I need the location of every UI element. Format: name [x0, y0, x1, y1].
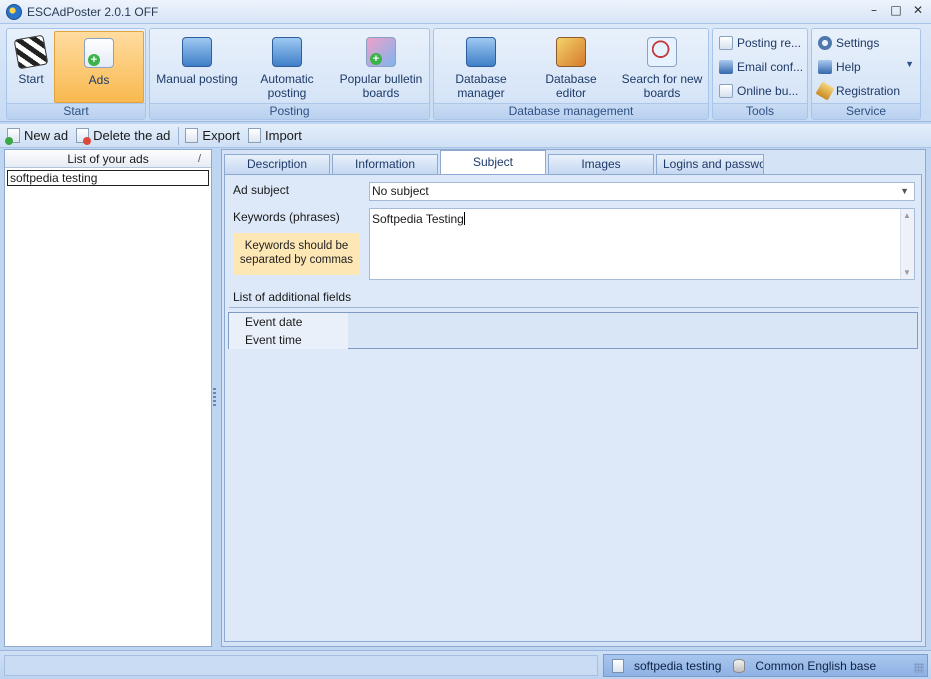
bulletin-boards-icon [366, 37, 396, 67]
tab-images[interactable]: Images [548, 154, 654, 174]
email-config-button[interactable]: Email conf... [719, 57, 803, 77]
delete-ad-button[interactable]: Delete the ad [76, 128, 170, 145]
checkered-flag-icon [13, 34, 49, 70]
status-database: Common English base [755, 658, 877, 673]
tab-subject[interactable]: Subject [440, 150, 546, 174]
group-label-service: Service [812, 103, 920, 119]
text-caret [463, 212, 465, 225]
ads-list-header[interactable]: List of your ads / [5, 150, 211, 168]
ribbon-group-database: Database manager Database editor Search … [433, 28, 709, 120]
ribbon: Start Ads Start Manual posting Automatic… [0, 24, 931, 122]
help-button[interactable]: Help [818, 57, 861, 77]
group-label-database: Database management [434, 103, 708, 119]
title-bar: ESCAdPoster 2.0.1 OFF – □ ✕ [0, 0, 931, 24]
keywords-hint: Keywords should be separated by commas [233, 233, 360, 275]
new-ad-button[interactable]: New ad [5, 128, 68, 145]
database-icon [733, 658, 746, 673]
status-info: softpedia testing Common English base [603, 654, 928, 677]
search-boards-button[interactable]: Search for new boards [618, 31, 706, 103]
online-icon [719, 84, 733, 98]
database-editor-icon [556, 37, 586, 67]
subject-tab-content: Ad subject No subject ▼ Keywords (phrase… [224, 174, 922, 642]
keywords-textarea[interactable]: Softpedia Testing ▲ ▼ [369, 208, 915, 280]
group-label-posting: Posting [150, 103, 429, 119]
registration-button[interactable]: Registration [815, 81, 900, 101]
table-row[interactable]: Event time [229, 331, 917, 349]
field-name: Event date [229, 313, 348, 331]
window-title: ESCAdPoster 2.0.1 OFF [27, 4, 159, 19]
maximize-button[interactable]: □ [889, 3, 903, 17]
editor-tabs: Description Information Subject Images L… [224, 150, 766, 174]
ad-subject-select[interactable]: No subject ▼ [369, 182, 915, 201]
database-editor-button[interactable]: Database editor [530, 31, 612, 103]
posting-report-button[interactable]: Posting re... [719, 33, 801, 53]
panel-splitter[interactable] [213, 388, 216, 408]
ribbon-group-tools: Posting re... Email conf... Online bu...… [712, 28, 808, 120]
popular-boards-button[interactable]: Popular bulletin boards [336, 31, 426, 103]
close-button[interactable]: ✕ [911, 3, 925, 17]
document-icon [612, 658, 624, 673]
import-icon [248, 128, 261, 143]
magnifier-icon [647, 37, 677, 67]
ribbon-group-start: Start Ads Start [6, 28, 146, 120]
scroll-up-icon[interactable]: ▲ [903, 211, 911, 220]
status-bar: softpedia testing Common English base [0, 650, 931, 679]
gear-icon [818, 36, 832, 50]
report-icon [719, 36, 733, 50]
export-icon [185, 128, 199, 143]
additional-fields-label: List of additional fields [233, 290, 352, 304]
status-ad-name: softpedia testing [634, 658, 722, 673]
ad-editor-panel: Description Information Subject Images L… [221, 149, 926, 647]
new-ad-icon [5, 128, 20, 145]
chevron-down-icon[interactable]: ▼ [900, 183, 909, 200]
database-manager-button[interactable]: Database manager [440, 31, 522, 103]
ad-subject-label: Ad subject [233, 183, 290, 197]
section-divider [229, 307, 919, 308]
manual-posting-icon [182, 37, 212, 67]
ads-list-panel: List of your ads / softpedia testing [4, 149, 212, 647]
ribbon-group-posting: Manual posting Automatic posting Popular… [149, 28, 430, 120]
database-manager-icon [466, 37, 496, 67]
tab-logins[interactable]: Logins and passwo... [656, 154, 764, 174]
status-message-area [4, 655, 598, 676]
sort-icon: / [197, 153, 201, 165]
group-label-tools: Tools [713, 103, 807, 119]
ribbon-group-service: Settings Help ▼ Registration Service [811, 28, 921, 120]
ads-button[interactable]: Ads [54, 31, 144, 103]
automatic-posting-button[interactable]: Automatic posting [246, 31, 328, 103]
field-value[interactable] [348, 313, 917, 331]
start-button[interactable]: Start [9, 31, 53, 103]
online-button[interactable]: Online bu... [719, 81, 798, 101]
import-button[interactable]: Import [248, 128, 302, 143]
scroll-down-icon[interactable]: ▼ [903, 268, 911, 277]
delete-ad-icon [76, 128, 92, 145]
help-dropdown-icon[interactable]: ▼ [905, 59, 914, 69]
tab-description[interactable]: Description [224, 154, 330, 174]
settings-button[interactable]: Settings [818, 33, 879, 53]
email-icon [719, 60, 733, 74]
field-name: Event time [229, 331, 348, 349]
group-label-start: Start [7, 103, 145, 119]
new-document-icon [84, 38, 114, 68]
minimize-button[interactable]: – [867, 3, 881, 17]
tab-information[interactable]: Information [332, 154, 438, 174]
list-item[interactable]: softpedia testing [7, 170, 209, 186]
keywords-scrollbar[interactable]: ▲ ▼ [900, 209, 914, 279]
resize-grip-icon[interactable] [914, 663, 924, 673]
automatic-posting-icon [272, 37, 302, 67]
toolbar-separator [178, 126, 180, 145]
app-icon [6, 3, 22, 20]
manual-posting-button[interactable]: Manual posting [154, 31, 240, 103]
help-icon [818, 60, 832, 74]
field-value[interactable] [348, 331, 917, 349]
additional-fields-grid: Event date Event time [228, 312, 918, 349]
ads-toolbar: New ad Delete the ad Export Import [0, 124, 931, 148]
keywords-label: Keywords (phrases) [233, 210, 340, 224]
export-button[interactable]: Export [185, 128, 240, 143]
key-icon [815, 81, 835, 101]
table-row[interactable]: Event date [229, 313, 917, 331]
